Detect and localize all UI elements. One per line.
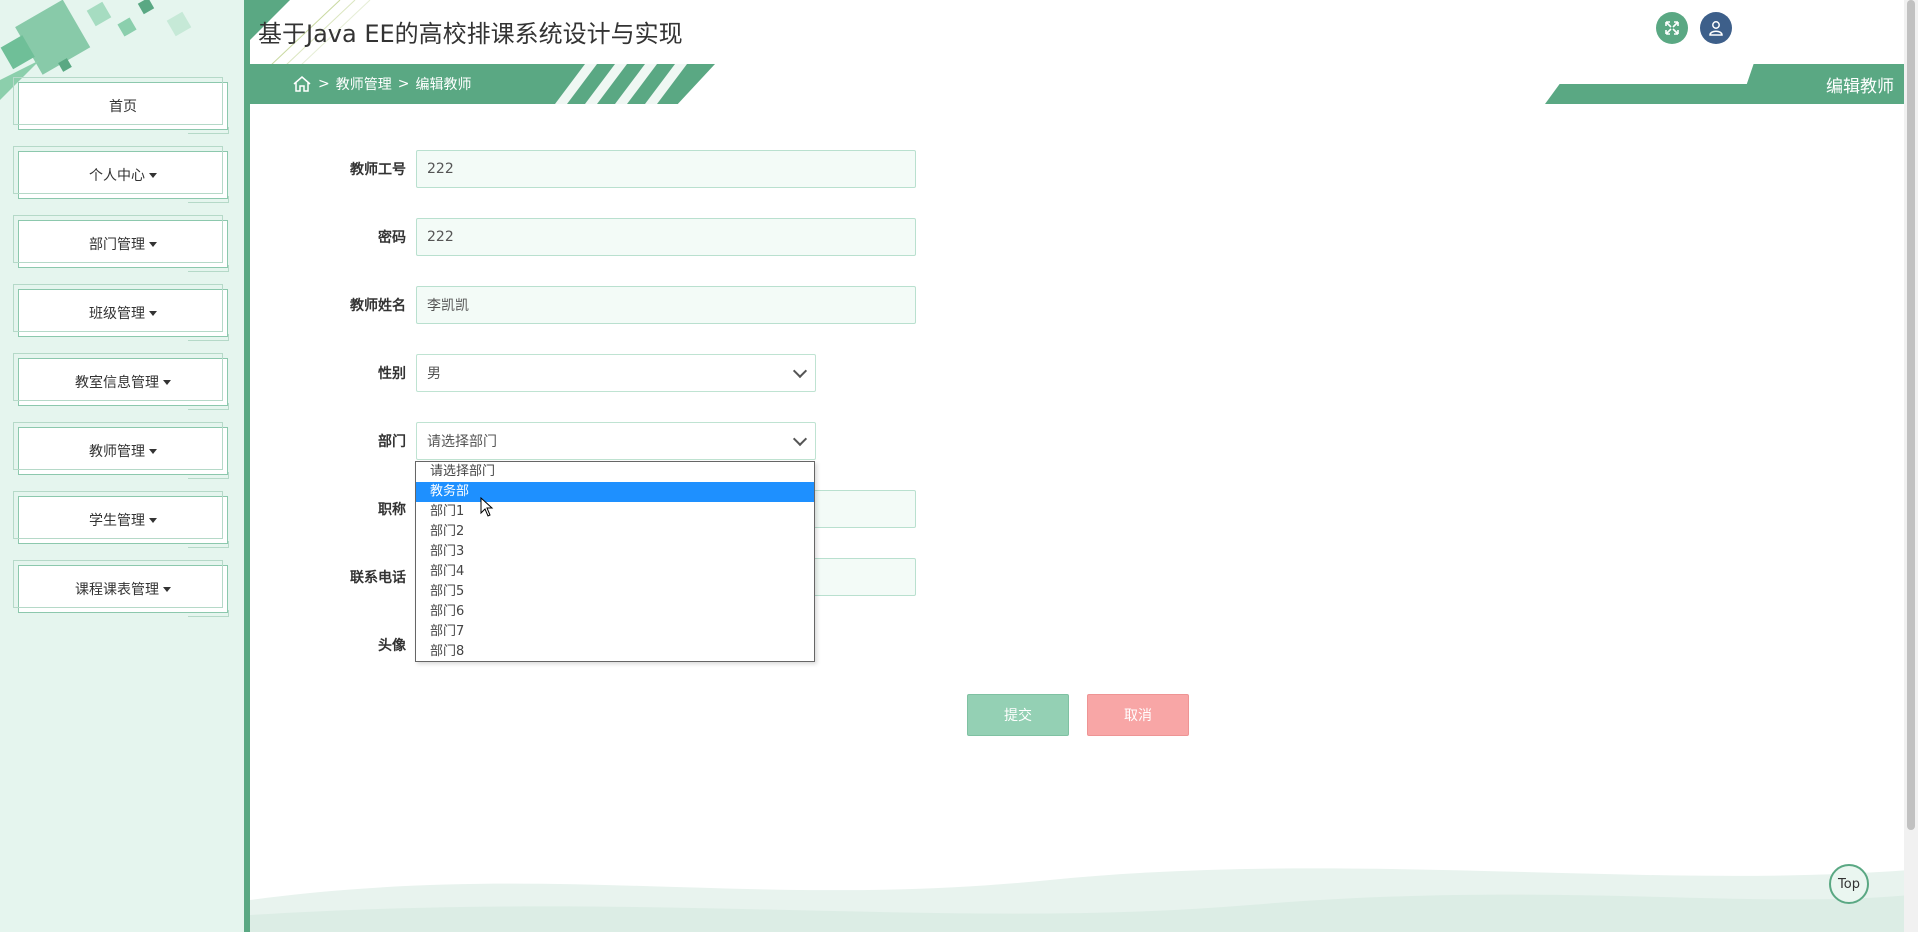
teacher-id-input[interactable]: 222 [416, 150, 916, 188]
dropdown-option[interactable]: 部门7 [416, 622, 814, 642]
dropdown-option[interactable]: 部门5 [416, 582, 814, 602]
form-row-teacher-id: 教师工号 222 [300, 149, 916, 189]
app-title: 基于Java EE的高校排课系统设计与实现 [258, 20, 683, 48]
dropdown-option-highlighted[interactable]: 教务部 [416, 482, 814, 502]
sidebar-item-student[interactable]: 学生管理 [13, 491, 229, 548]
password-input[interactable]: 222 [416, 218, 916, 256]
dropdown-option[interactable]: 部门2 [416, 522, 814, 542]
form-row-avatar: 头像 [300, 625, 416, 665]
sidebar-item-label: 部门管理 [89, 237, 145, 253]
sidebar-item-label: 个人中心 [89, 168, 145, 184]
caret-down-icon [163, 379, 171, 385]
sidebar-item-personal-center[interactable]: 个人中心 [13, 146, 229, 203]
form-row-gender: 性别 男 [300, 353, 816, 393]
dropdown-option[interactable]: 部门1 [416, 502, 814, 522]
sidebar: 首页 个人中心 部门管理 班级管理 教室信息管理 教师管理 学生管理 课程课表管… [0, 0, 250, 932]
dropdown-option[interactable]: 部门6 [416, 602, 814, 622]
chevron-down-icon [792, 431, 808, 447]
gender-select[interactable]: 男 [416, 354, 816, 392]
page-title: 编辑教师 [1740, 64, 1910, 104]
sidebar-item-label: 教室信息管理 [75, 375, 159, 391]
breadcrumb-item-edit-teacher: 编辑教师 [415, 77, 472, 93]
scrollbar-thumb[interactable] [1907, 0, 1915, 830]
sidebar-item-label: 教师管理 [89, 444, 145, 460]
dropdown-option[interactable]: 部门3 [416, 542, 814, 562]
sidebar-item-classroom[interactable]: 教室信息管理 [13, 353, 229, 410]
sidebar-item-label: 首页 [109, 99, 137, 115]
form-row-department: 部门 请选择部门 [300, 421, 816, 461]
teacher-id-label: 教师工号 [350, 162, 406, 178]
dropdown-option[interactable]: 请选择部门 [416, 462, 814, 482]
cancel-button[interactable]: 取消 [1087, 694, 1189, 736]
breadcrumb-stripes [555, 64, 687, 104]
sidebar-item-class[interactable]: 班级管理 [13, 284, 229, 341]
breadcrumb-item-teacher-management[interactable]: 教师管理 [336, 74, 392, 94]
department-dropdown-list: 请选择部门 教务部 部门1 部门2 部门3 部门4 部门5 部门6 部门7 部门… [415, 461, 815, 662]
dropdown-option[interactable]: 部门8 [416, 642, 814, 662]
department-value: 请选择部门 [427, 434, 497, 450]
name-label: 教师姓名 [350, 298, 406, 314]
department-label: 部门 [378, 434, 406, 450]
sidebar-item-label: 课程课表管理 [75, 582, 159, 598]
caret-down-icon [149, 517, 157, 523]
sidebar-item-course-schedule[interactable]: 课程课表管理 [13, 560, 229, 617]
caret-down-icon [163, 586, 171, 592]
mouse-cursor-icon [480, 497, 494, 517]
sidebar-item-department[interactable]: 部门管理 [13, 215, 229, 272]
name-input[interactable]: 李凯凯 [416, 286, 916, 324]
submit-button[interactable]: 提交 [967, 694, 1069, 736]
sidebar-item-label: 班级管理 [89, 306, 145, 322]
caret-down-icon [149, 241, 157, 247]
phone-label: 联系电话 [350, 570, 406, 586]
caret-down-icon [149, 172, 157, 178]
footer-wave-decoration [250, 868, 1910, 932]
breadcrumb-separator: > [318, 76, 330, 92]
back-to-top-button[interactable]: Top [1829, 864, 1869, 904]
form-row-password: 密码 222 [300, 217, 916, 257]
sidebar-item-teacher[interactable]: 教师管理 [13, 422, 229, 479]
breadcrumb-separator: > [397, 76, 410, 92]
caret-down-icon [149, 310, 157, 316]
form-row-name: 教师姓名 李凯凯 [300, 285, 916, 325]
avatar-label: 头像 [378, 638, 406, 654]
fullscreen-button[interactable] [1656, 12, 1688, 44]
user-icon [1709, 21, 1723, 36]
password-label: 密码 [378, 230, 406, 246]
gender-value: 男 [427, 366, 441, 382]
sidebar-item-label: 学生管理 [89, 513, 145, 529]
fullscreen-icon [1665, 21, 1679, 35]
caret-down-icon [149, 448, 157, 454]
gender-label: 性别 [378, 366, 406, 382]
dropdown-option[interactable]: 部门4 [416, 562, 814, 582]
department-select[interactable]: 请选择部门 [416, 422, 816, 460]
breadcrumb: > 教师管理 > 编辑教师 [292, 64, 471, 104]
scrollbar[interactable] [1904, 0, 1918, 932]
sidebar-item-home[interactable]: 首页 [13, 77, 229, 134]
home-icon[interactable] [292, 74, 312, 94]
title-label: 职称 [378, 502, 406, 518]
chevron-down-icon [792, 363, 808, 379]
user-button[interactable] [1700, 12, 1732, 44]
